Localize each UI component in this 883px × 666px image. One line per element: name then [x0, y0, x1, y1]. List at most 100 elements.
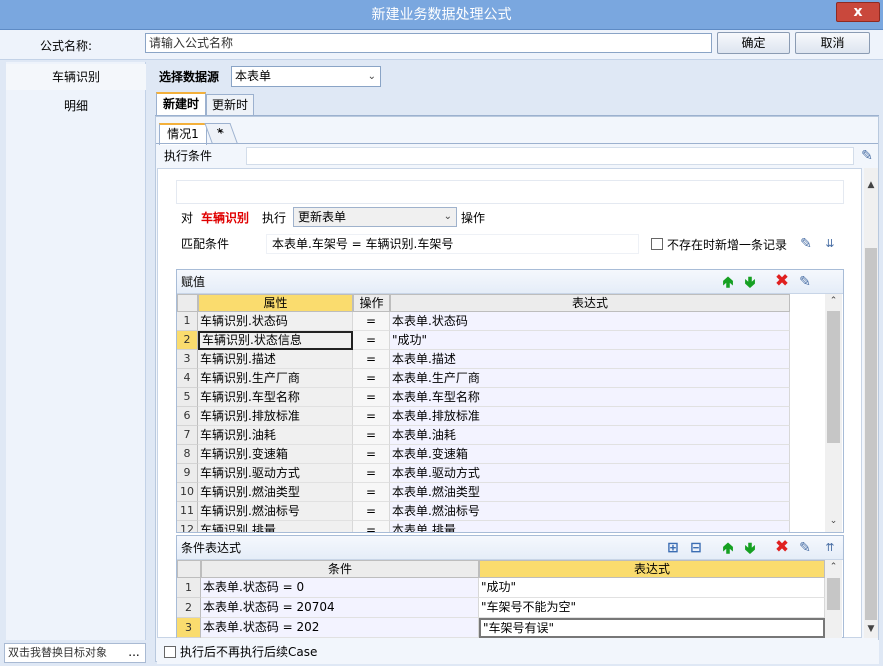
delete-icon[interactable]: ✖ [774, 272, 790, 290]
chevron-double-up-icon[interactable]: ⇈ [822, 539, 838, 557]
cancel-button[interactable]: 取消 [795, 32, 870, 54]
sidebar-item-vehicle-identify[interactable]: 车辆识别 [6, 64, 146, 90]
assign-property-cell[interactable]: 车辆识别.变速箱 [198, 445, 353, 464]
assign-op-cell[interactable]: = [353, 464, 390, 483]
assign-op-cell[interactable]: = [353, 312, 390, 331]
stop-after-exec-label: 执行后不再执行后续Case [180, 645, 318, 659]
assign-op-cell[interactable]: = [353, 350, 390, 369]
assign-op-cell[interactable]: = [353, 483, 390, 502]
row-number-header [177, 294, 198, 312]
assign-expression-cell[interactable]: 本表单.驱动方式 [390, 464, 790, 483]
chevron-double-down-icon[interactable]: ⇊ [822, 236, 838, 252]
assign-expression-cell[interactable]: 本表单.生产厂商 [390, 369, 790, 388]
new-record-checkbox[interactable] [651, 238, 663, 250]
condition-expression-title: 条件表达式 [181, 541, 242, 555]
row-number: 12 [177, 521, 198, 532]
column-header-op[interactable]: 操作 [353, 294, 390, 312]
assign-expression-cell[interactable]: "成功" [390, 331, 790, 350]
context-prefix: 对 [181, 211, 194, 225]
row-number: 5 [177, 388, 198, 407]
assign-property-cell[interactable]: 车辆识别.燃油标号 [198, 502, 353, 521]
assign-op-cell[interactable]: = [353, 445, 390, 464]
arrow-up-icon[interactable]: 🢁 [720, 273, 736, 291]
assign-op-cell[interactable]: = [353, 369, 390, 388]
assign-property-cell[interactable]: 车辆识别.生产厂商 [198, 369, 353, 388]
arrow-down-icon[interactable]: 🢃 [742, 273, 758, 291]
assign-property-cell[interactable]: 车辆识别.排放标准 [198, 407, 353, 426]
assign-op-cell[interactable]: = [353, 388, 390, 407]
condition-cell[interactable]: 本表单.状态码 = 0 [201, 578, 479, 598]
close-button[interactable]: x [836, 2, 880, 22]
column-header-expression[interactable]: 表达式 [390, 294, 790, 312]
match-condition-value[interactable]: 本表单.车架号 = 车辆识别.车架号 [266, 234, 639, 254]
case-tab-1[interactable]: 情况1 [159, 123, 207, 145]
edit-icon[interactable]: ✎ [798, 236, 814, 252]
tab-on-update[interactable]: 更新时 [206, 94, 254, 116]
insert-row-icon[interactable]: ⊟ [688, 539, 704, 557]
assign-property-cell[interactable]: 车辆识别.状态信息 [198, 331, 353, 350]
assign-expression-cell[interactable]: 本表单.车型名称 [390, 388, 790, 407]
edit-icon[interactable]: ✎ [859, 148, 875, 164]
condition-cell[interactable]: 本表单.状态码 = 20704 [201, 598, 479, 618]
exec-condition-input[interactable] [246, 147, 854, 165]
context-target[interactable]: 车辆识别 [201, 209, 249, 227]
sidebar-item-detail[interactable]: 明细 [6, 93, 146, 119]
condition-expression-cell[interactable]: "成功" [479, 578, 825, 598]
condition-cell[interactable]: 本表单.状态码 = 202 [201, 618, 479, 638]
assign-op-cell[interactable]: = [353, 521, 390, 532]
assign-property-cell[interactable]: 车辆识别.燃油类型 [198, 483, 353, 502]
assign-property-cell[interactable]: 车辆识别.排量 [198, 521, 353, 532]
more-button[interactable]: ... [124, 644, 144, 662]
row-number-header [177, 560, 201, 578]
datasource-select[interactable]: 本表单 ⌄ [231, 66, 381, 87]
column-header-property[interactable]: 属性 [198, 294, 353, 312]
assign-expression-cell[interactable]: 本表单.排量 [390, 521, 790, 532]
edit-icon[interactable]: ✎ [797, 273, 813, 291]
top-strip [176, 180, 844, 204]
scroll-down-icon[interactable]: ⌄ [826, 516, 841, 530]
assign-op-cell[interactable]: = [353, 407, 390, 426]
scroll-up-icon[interactable]: ⌃ [826, 296, 841, 310]
column-header-condition[interactable]: 条件 [201, 560, 479, 578]
row-number: 3 [177, 618, 201, 638]
assign-property-cell[interactable]: 车辆识别.油耗 [198, 426, 353, 445]
outer-scroll-thumb[interactable] [865, 248, 877, 620]
assign-property-cell[interactable]: 车辆识别.驱动方式 [198, 464, 353, 483]
condition-expression-cell[interactable]: "车架号有误" [479, 618, 825, 638]
edit-icon[interactable]: ✎ [797, 539, 813, 557]
assign-expression-cell[interactable]: 本表单.燃油类型 [390, 483, 790, 502]
scroll-down-icon[interactable]: ▼ [864, 624, 878, 638]
stop-after-exec-checkbox[interactable] [164, 646, 176, 658]
row-number: 1 [177, 578, 201, 598]
assign-op-cell[interactable]: = [353, 502, 390, 521]
row-number: 7 [177, 426, 198, 445]
assign-expression-cell[interactable]: 本表单.排放标准 [390, 407, 790, 426]
add-row-icon[interactable]: ⊞ [665, 539, 681, 557]
scroll-up-icon[interactable]: ▲ [864, 180, 878, 194]
formula-name-label: 公式名称: [40, 39, 93, 53]
tab-on-create[interactable]: 新建时 [156, 92, 206, 116]
action-select[interactable]: 更新表单 ⌄ [293, 207, 457, 227]
assign-property-cell[interactable]: 车辆识别.车型名称 [198, 388, 353, 407]
ok-button[interactable]: 确定 [717, 32, 790, 54]
assign-property-cell[interactable]: 车辆识别.状态码 [198, 312, 353, 331]
assign-scroll-thumb[interactable] [827, 311, 840, 443]
assign-expression-cell[interactable]: 本表单.描述 [390, 350, 790, 369]
condition-expression-cell[interactable]: "车架号不能为空" [479, 598, 825, 618]
condition-scroll-thumb[interactable] [827, 578, 840, 610]
assign-expression-cell[interactable]: 本表单.变速箱 [390, 445, 790, 464]
assign-property-cell[interactable]: 车辆识别.描述 [198, 350, 353, 369]
row-number: 2 [177, 331, 198, 350]
assign-op-cell[interactable]: = [353, 331, 390, 350]
column-header-expression[interactable]: 表达式 [479, 560, 825, 578]
formula-name-input[interactable] [145, 33, 712, 53]
delete-icon[interactable]: ✖ [774, 538, 790, 556]
arrow-down-icon[interactable]: 🢃 [742, 539, 758, 557]
row-number: 8 [177, 445, 198, 464]
scroll-up-icon[interactable]: ⌃ [826, 562, 841, 576]
assign-expression-cell[interactable]: 本表单.燃油标号 [390, 502, 790, 521]
arrow-up-icon[interactable]: 🢁 [720, 539, 736, 557]
assign-expression-cell[interactable]: 本表单.油耗 [390, 426, 790, 445]
assign-expression-cell[interactable]: 本表单.状态码 [390, 312, 790, 331]
assign-op-cell[interactable]: = [353, 426, 390, 445]
